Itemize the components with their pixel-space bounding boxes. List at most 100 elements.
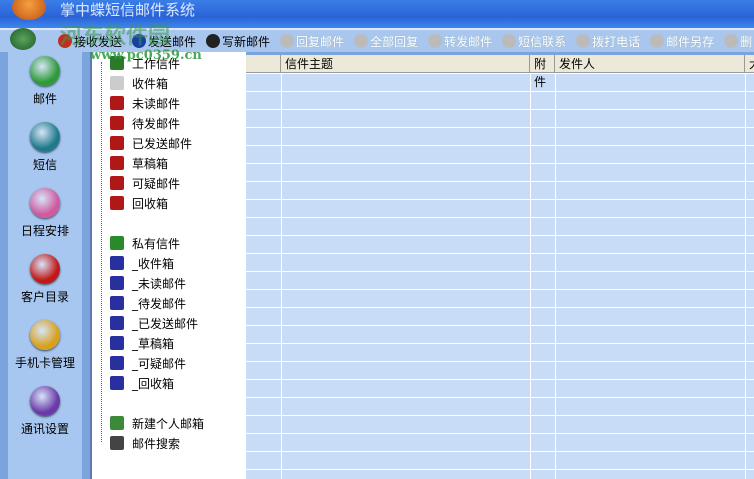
private-mailbox-icon	[110, 376, 124, 390]
column-header-4[interactable]: 大	[745, 55, 754, 73]
grid-row	[246, 361, 754, 362]
mail-icon	[30, 56, 60, 86]
tree-work-6[interactable]: 回收箱	[110, 194, 168, 212]
toolbar-button-5[interactable]: 转发邮件	[428, 33, 492, 50]
sidebar-item-5[interactable]: 通讯设置	[8, 386, 82, 437]
tree-work-0[interactable]: 收件箱	[110, 74, 168, 92]
home-icon[interactable]	[10, 28, 36, 50]
private-folder-icon	[110, 236, 124, 250]
reply-icon	[280, 34, 295, 48]
tree-label: _未读邮件	[132, 276, 187, 291]
tree-private-0[interactable]: _收件箱	[110, 254, 174, 272]
grid-row	[246, 163, 754, 164]
tree-private-4[interactable]: _草稿箱	[110, 334, 174, 352]
tree-private-3[interactable]: _已发送邮件	[110, 314, 198, 332]
grid-row	[246, 469, 754, 470]
private-mailbox-icon	[110, 276, 124, 290]
sms-phone-icon	[30, 122, 60, 152]
grid-col	[281, 73, 282, 479]
toolbar-button-6[interactable]: 短信联系	[502, 33, 566, 50]
grid-row	[246, 253, 754, 254]
toolbar-label: 删	[740, 34, 753, 49]
toolbar-label: 短信联系	[518, 34, 567, 49]
settings-icon	[30, 386, 60, 416]
calendar-icon	[30, 188, 60, 218]
column-header-1[interactable]: 信件主题	[281, 55, 530, 73]
tree-work-3[interactable]: 已发送邮件	[110, 134, 192, 152]
tree-label: 已发送邮件	[132, 136, 193, 151]
grid-row	[246, 289, 754, 290]
forward-icon	[428, 34, 443, 48]
toolbar-button-8[interactable]: 邮件另存	[650, 33, 714, 50]
watermark: 河东软件园	[60, 24, 171, 49]
tree-label: 待发邮件	[132, 116, 181, 131]
phone-icon	[576, 34, 591, 48]
toolbar-label: 写新邮件	[222, 34, 271, 49]
tree-label: _草稿箱	[132, 336, 175, 351]
window-title: 掌中蝶短信邮件系统	[60, 1, 196, 19]
tree-private-6[interactable]: _回收箱	[110, 374, 174, 392]
tree-label: _收件箱	[132, 256, 175, 271]
mail-folder-icon	[110, 156, 124, 170]
toolbar-button-2[interactable]: 写新邮件	[206, 33, 270, 50]
grid-row	[246, 325, 754, 326]
private-mailbox-icon	[110, 256, 124, 270]
tree-label: 草稿箱	[132, 156, 169, 171]
tree-label: 私有信件	[132, 236, 181, 251]
grid-row	[246, 397, 754, 398]
tree-new-mailbox[interactable]: 新建个人邮箱	[110, 414, 204, 432]
column-header-2[interactable]: 附件	[530, 55, 555, 89]
sidebar-item-2[interactable]: 日程安排	[8, 188, 82, 239]
mail-folder-icon	[110, 136, 124, 150]
sim-card-icon	[30, 320, 60, 350]
tree-private-5[interactable]: _可疑邮件	[110, 354, 186, 372]
tree-work-5[interactable]: 可疑邮件	[110, 174, 180, 192]
toolbar-button-4[interactable]: 全部回复	[354, 33, 418, 50]
toolbar-button-3[interactable]: 回复邮件	[280, 33, 344, 50]
folder-tree: 工作信件 收件箱 未读邮件 待发邮件 已发送邮件 草稿箱 可疑邮件 回收箱 私有信件 _收件箱 _未…	[90, 52, 246, 479]
tree-private[interactable]: 私有信件	[110, 234, 180, 252]
sidebar-label: 手机卡管理	[14, 356, 75, 370]
grid-col	[745, 73, 746, 479]
column-header-3[interactable]: 发件人	[555, 55, 745, 73]
grid-row	[246, 73, 754, 74]
tree-work-2[interactable]: 待发邮件	[110, 114, 180, 132]
toolbar-label: 回复邮件	[296, 34, 345, 49]
sidebar-item-0[interactable]: 邮件	[8, 56, 82, 107]
contacts-icon	[30, 254, 60, 284]
sidebar-item-3[interactable]: 客户目录	[8, 254, 82, 305]
tree-label: _待发邮件	[132, 296, 187, 311]
sidebar-item-1[interactable]: 短信	[8, 122, 82, 173]
private-mailbox-icon	[110, 336, 124, 350]
mail-folder-icon	[110, 196, 124, 210]
grid-row	[246, 91, 754, 92]
grid-row	[246, 145, 754, 146]
grid-row	[246, 181, 754, 182]
tree-work-1[interactable]: 未读邮件	[110, 94, 180, 112]
grid-row	[246, 343, 754, 344]
toolbar-label: 全部回复	[370, 34, 419, 49]
toolbar-button-9[interactable]: 删	[724, 33, 752, 50]
tree-label: 收件箱	[132, 76, 169, 91]
column-header-0[interactable]	[246, 55, 281, 73]
tree-label: 回收箱	[132, 196, 169, 211]
tree-label: 可疑邮件	[132, 176, 181, 191]
tree-search[interactable]: 邮件搜索	[110, 434, 180, 452]
sidebar-label: 邮件	[32, 92, 57, 106]
private-mailbox-icon	[110, 316, 124, 330]
tree-private-1[interactable]: _未读邮件	[110, 274, 186, 292]
grid-row	[246, 415, 754, 416]
toolbar-label: 转发邮件	[444, 34, 493, 49]
tree-label: _回收箱	[132, 376, 175, 391]
toolbar-button-7[interactable]: 拨打电话	[576, 33, 640, 50]
tree-work-4[interactable]: 草稿箱	[110, 154, 168, 172]
save-as-icon	[650, 34, 665, 48]
private-mailbox-icon	[110, 356, 124, 370]
tree-label: 邮件搜索	[132, 436, 181, 451]
tree-label: 新建个人邮箱	[132, 416, 205, 431]
reply-all-icon	[354, 34, 369, 48]
sidebar-item-4[interactable]: 手机卡管理	[8, 320, 82, 371]
new-mailbox-icon	[110, 416, 124, 430]
sidebar-label: 短信	[32, 158, 57, 172]
tree-private-2[interactable]: _待发邮件	[110, 294, 186, 312]
